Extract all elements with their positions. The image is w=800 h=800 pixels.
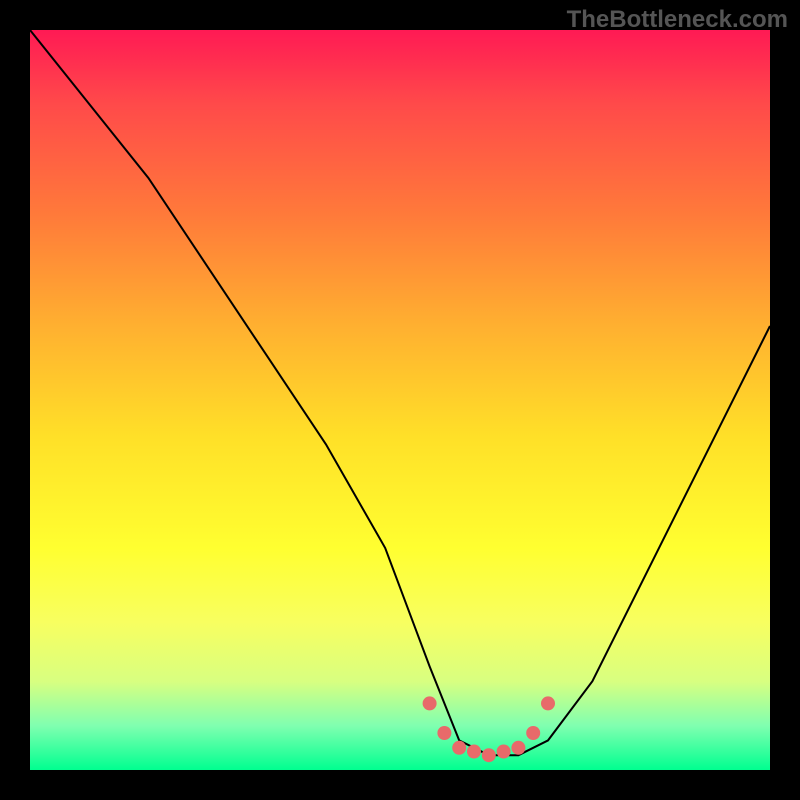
chart-plot-area xyxy=(30,30,770,770)
highlight-dot xyxy=(452,741,466,755)
highlight-dot xyxy=(541,696,555,710)
highlight-dot xyxy=(497,745,511,759)
highlight-dot xyxy=(526,726,540,740)
highlight-markers xyxy=(423,696,555,762)
highlight-dot xyxy=(467,745,481,759)
highlight-dot xyxy=(511,741,525,755)
highlight-dot xyxy=(423,696,437,710)
highlight-dot xyxy=(437,726,451,740)
bottleneck-curve xyxy=(30,30,770,755)
watermark-text: TheBottleneck.com xyxy=(567,6,788,34)
chart-svg xyxy=(30,30,770,770)
highlight-dot xyxy=(482,748,496,762)
